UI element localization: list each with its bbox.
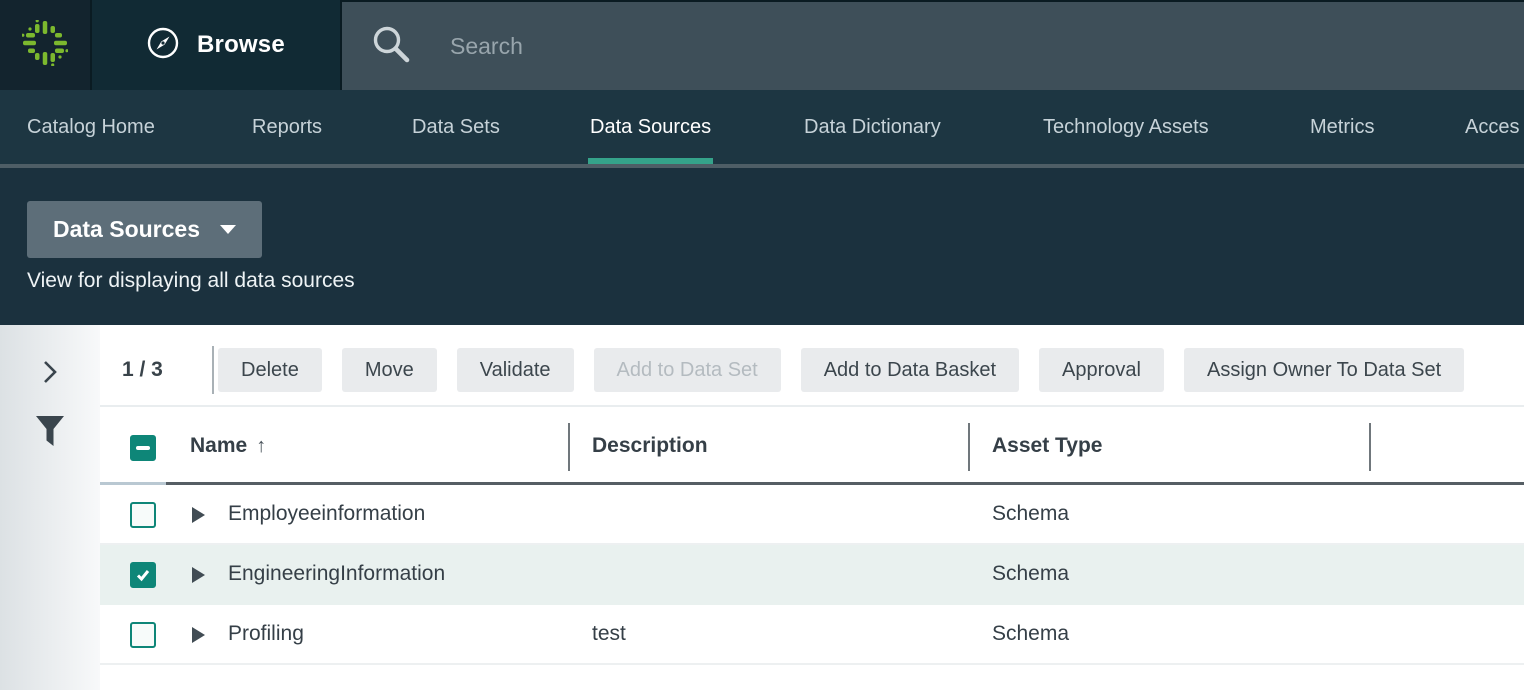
content-area: 1 / 3 Delete Move Validate Add to Data S… [0,325,1524,690]
toolbar-buttons: Delete Move Validate Add to Data Set Add… [218,348,1464,392]
add-to-data-set-button[interactable]: Add to Data Set [594,348,781,392]
cell-asset-type: Schema [992,502,1069,526]
nav-item-data-sources[interactable]: Data Sources [590,90,711,164]
table-row[interactable]: Employeeinformation Schema [100,485,1524,545]
nav-item-reports[interactable]: Reports [252,90,322,164]
compass-icon [146,26,180,65]
cell-name[interactable]: Employeeinformation [228,502,425,526]
nav-item-data-sets[interactable]: Data Sets [412,90,500,164]
chevron-right-icon [40,359,60,389]
view-selector-label: Data Sources [53,216,200,243]
indeterminate-icon [136,446,150,450]
toolbar-divider [212,346,214,394]
app-logo[interactable] [0,0,90,90]
delete-button[interactable]: Delete [218,348,322,392]
add-to-data-basket-button[interactable]: Add to Data Basket [801,348,1019,392]
table-header: Name↑ Description Asset Type [100,405,1524,485]
data-sources-table: Name↑ Description Asset Type Employeeinf… [100,405,1524,665]
cell-asset-type: Schema [992,562,1069,586]
browse-label: Browse [197,31,285,59]
nav-item-access[interactable]: Acces [1465,90,1519,164]
nav-item-catalog-home[interactable]: Catalog Home [27,90,155,164]
nav-item-technology-assets[interactable]: Technology Assets [1043,90,1209,164]
view-description: View for displaying all data sources [27,269,355,293]
column-header-description[interactable]: Description [592,434,708,458]
search-placeholder: Search [450,33,523,60]
row-checkbox[interactable] [130,502,156,528]
logo-icon [22,20,68,71]
row-checkbox[interactable] [130,562,156,588]
cell-asset-type: Schema [992,622,1069,646]
search-input[interactable]: Search [342,2,1524,90]
filter-funnel-icon [35,415,65,455]
chevron-down-icon [220,225,236,234]
view-selector-dropdown[interactable]: Data Sources [27,201,262,258]
row-checkbox[interactable] [130,622,156,648]
nav-item-metrics[interactable]: Metrics [1310,90,1374,164]
table-row[interactable]: Profiling test Schema [100,605,1524,665]
expand-row-icon[interactable] [192,627,205,643]
cell-description: test [592,622,626,646]
column-resize-handle[interactable] [1369,423,1371,471]
column-resize-handle[interactable] [568,423,570,471]
filter-sidebar [0,325,100,690]
data-sources-panel: 1 / 3 Delete Move Validate Add to Data S… [100,325,1524,690]
primary-nav: Catalog Home Reports Data Sets Data Sour… [0,90,1524,168]
pagination-indicator[interactable]: 1 / 3 [122,340,163,400]
topbar: Browse Search [0,0,1524,90]
column-header-name[interactable]: Name↑ [190,434,266,458]
sort-asc-icon: ↑ [256,435,266,457]
check-icon [135,567,151,583]
view-header: Data Sources View for displaying all dat… [0,168,1524,325]
approval-button[interactable]: Approval [1039,348,1164,392]
assign-owner-to-data-set-button[interactable]: Assign Owner To Data Set [1184,348,1464,392]
expand-row-icon[interactable] [192,567,205,583]
sidebar-expand-button[interactable] [0,359,100,389]
nav-item-data-dictionary[interactable]: Data Dictionary [804,90,941,164]
select-all-checkbox[interactable] [130,435,156,461]
column-header-asset-type[interactable]: Asset Type [992,434,1103,458]
browse-button[interactable]: Browse [92,0,340,90]
cell-name[interactable]: Profiling [228,622,304,646]
filter-button[interactable] [0,415,100,455]
column-resize-handle[interactable] [968,423,970,471]
validate-button[interactable]: Validate [457,348,574,392]
cell-name[interactable]: EngineeringInformation [228,562,445,586]
table-row[interactable]: EngineeringInformation Schema [100,545,1524,605]
expand-row-icon[interactable] [192,507,205,523]
move-button[interactable]: Move [342,348,437,392]
bulk-actions-toolbar: 1 / 3 Delete Move Validate Add to Data S… [100,340,1524,400]
search-icon [370,23,412,70]
